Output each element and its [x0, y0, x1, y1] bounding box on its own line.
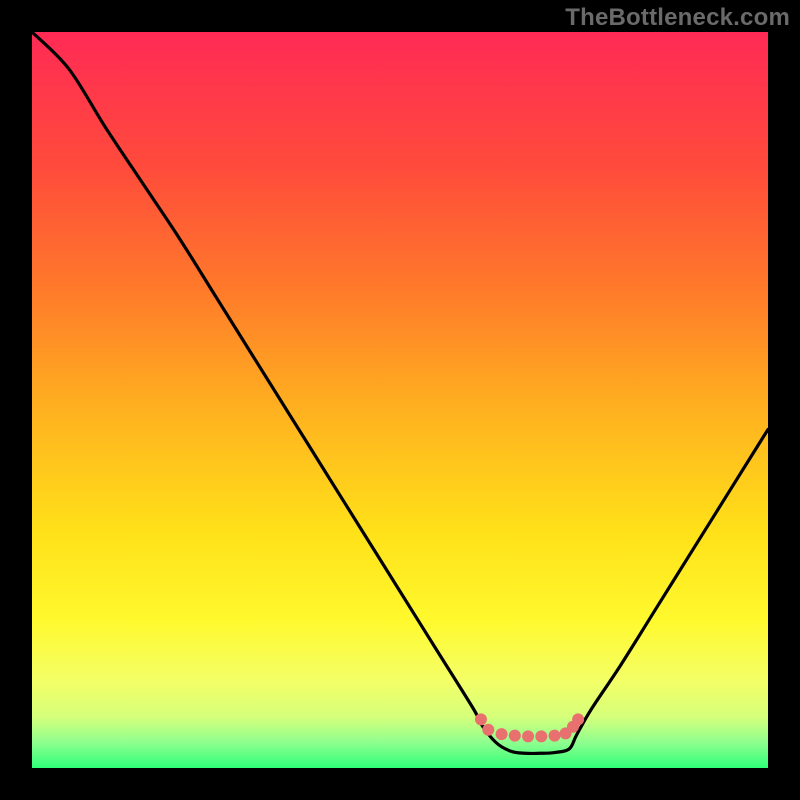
watermark-label: TheBottleneck.com	[565, 4, 790, 32]
optimum-marker	[535, 730, 547, 742]
optimum-marker	[549, 730, 561, 742]
optimum-marker	[522, 730, 534, 742]
plot-area	[32, 32, 768, 768]
plot-svg	[32, 32, 768, 768]
gradient-background	[32, 32, 768, 768]
optimum-marker	[482, 724, 494, 736]
optimum-marker	[496, 728, 508, 740]
optimum-marker	[572, 713, 584, 725]
optimum-marker	[509, 730, 521, 742]
optimum-marker	[475, 713, 487, 725]
chart-frame: TheBottleneck.com	[0, 0, 800, 800]
